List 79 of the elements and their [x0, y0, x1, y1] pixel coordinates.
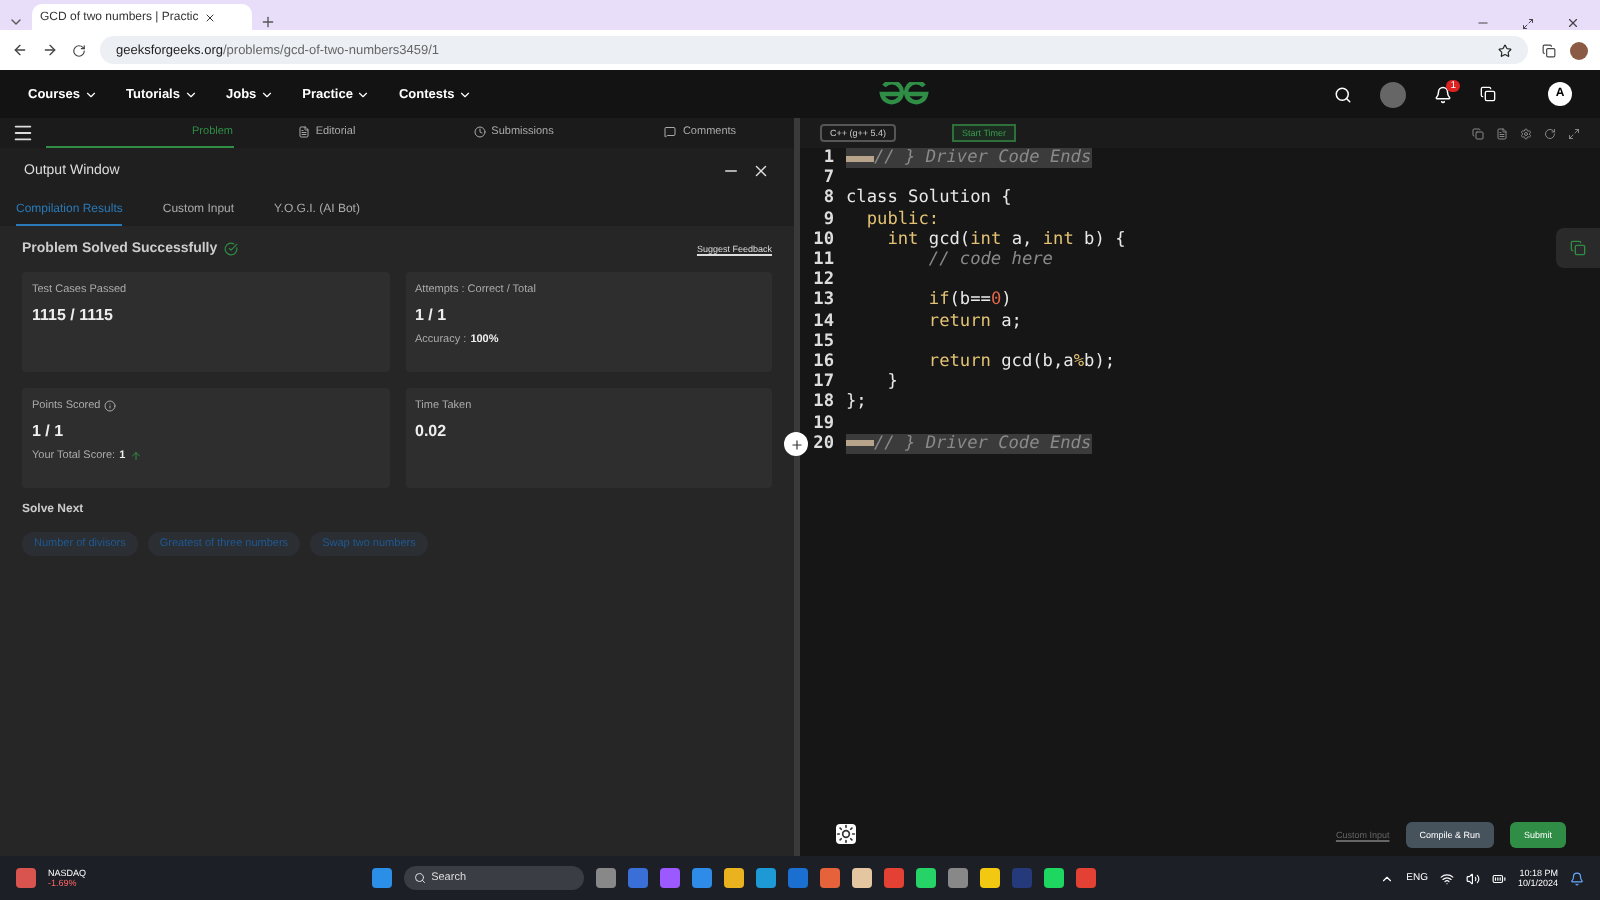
line-number: 14	[811, 311, 836, 332]
code-line: public:	[864, 209, 940, 230]
close-icon[interactable]	[1566, 16, 1580, 30]
stock-icon[interactable]	[16, 868, 36, 888]
tab-list-icon[interactable]	[8, 14, 24, 30]
app-icon[interactable]	[1043, 868, 1064, 888]
line-number: 9	[821, 209, 836, 230]
stat-value: 1 / 1	[32, 422, 66, 440]
close-icon[interactable]	[204, 11, 217, 23]
chevron-down-icon	[458, 87, 473, 101]
copy-icon	[1570, 240, 1586, 256]
chevron-down-icon	[260, 87, 275, 101]
app-icon[interactable]	[851, 868, 872, 888]
stat-value: 1115 / 1115	[32, 306, 115, 324]
forward-icon[interactable]	[42, 42, 58, 58]
search-icon[interactable]	[1334, 85, 1352, 103]
folded-code: // } Driver Code Ends	[846, 433, 1092, 454]
folded-code: // } Driver Code Ends	[846, 148, 1092, 169]
code-line: };	[846, 392, 867, 413]
line-number: 18	[811, 392, 836, 413]
line-number: 11	[811, 250, 836, 271]
file-icon[interactable]	[1496, 127, 1508, 139]
settings-icon[interactable]	[1520, 127, 1532, 139]
stat-value: 1 / 1	[415, 306, 449, 324]
start-icon[interactable]	[371, 868, 392, 888]
app-icon[interactable]	[595, 868, 616, 888]
code-line: class Solution {	[846, 188, 1012, 209]
code-line: }	[885, 372, 898, 393]
chevron-down-icon	[356, 87, 371, 101]
line-number: 16	[811, 351, 836, 372]
theme-toggle[interactable]	[1380, 81, 1406, 107]
code-line: return a;	[926, 311, 1022, 332]
app-icon[interactable]	[723, 868, 744, 888]
battery-icon[interactable]	[1491, 871, 1506, 885]
document-icon	[297, 126, 310, 138]
menu-icon[interactable]	[12, 122, 34, 144]
volume-icon[interactable]	[1465, 871, 1480, 885]
search-icon	[413, 872, 426, 884]
clock-icon	[473, 126, 486, 138]
back-icon[interactable]	[12, 42, 28, 58]
chevron-down-icon	[183, 87, 198, 101]
check-icon	[223, 242, 238, 256]
code-line: if(b==0)	[926, 290, 1012, 311]
stat-value: 0.02	[415, 422, 449, 440]
logo-icon[interactable]	[877, 82, 930, 106]
line-number: 1	[821, 148, 836, 169]
line-number: 17	[811, 372, 836, 393]
line-number: 20	[811, 433, 836, 454]
chevron-down-icon	[84, 87, 99, 101]
notification-icon[interactable]	[1434, 85, 1452, 103]
line-number: 10	[811, 229, 836, 250]
tray-icon[interactable]	[1380, 871, 1395, 885]
line-number: 13	[811, 290, 836, 311]
app-icon[interactable]	[659, 868, 680, 888]
line-number: 12	[811, 270, 836, 291]
app-icon[interactable]	[755, 868, 776, 888]
line-number: 15	[811, 331, 836, 352]
app-icon[interactable]	[691, 868, 712, 888]
profile-avatar[interactable]	[1570, 41, 1588, 59]
notification-icon[interactable]	[1570, 871, 1585, 885]
reset-icon[interactable]	[1544, 127, 1556, 139]
reload-icon[interactable]	[72, 43, 86, 57]
side-button[interactable]	[1556, 228, 1600, 268]
wifi-icon[interactable]	[1439, 871, 1454, 885]
copy-icon[interactable]	[1472, 127, 1484, 139]
app-icon[interactable]	[947, 868, 968, 888]
star-icon[interactable]	[1498, 43, 1512, 57]
theme-icon[interactable]	[836, 824, 856, 844]
line-number: 19	[811, 413, 836, 434]
app-icon[interactable]	[819, 868, 840, 888]
code-line: return gcd(b,a%b);	[926, 351, 1116, 372]
comment-icon	[664, 126, 677, 138]
new-tab-icon[interactable]	[260, 14, 276, 30]
code-line: int gcd(int a, int b) {	[885, 229, 1126, 250]
app-icon[interactable]	[979, 868, 1000, 888]
code-line: // code here	[926, 250, 1053, 271]
line-number: 8	[821, 188, 836, 209]
line-number: 7	[821, 168, 836, 189]
app-icon[interactable]	[915, 868, 936, 888]
